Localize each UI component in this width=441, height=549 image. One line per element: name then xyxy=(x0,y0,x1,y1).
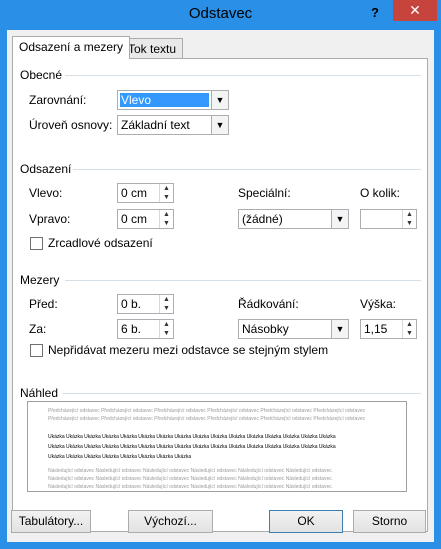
line-spacing-at-value: 1,15 xyxy=(364,322,388,336)
mirror-indents-label[interactable]: Zrcadlové odsazení xyxy=(48,236,153,250)
indent-by-input[interactable]: ▲ ▼ xyxy=(360,209,417,229)
preview-divider xyxy=(63,393,421,394)
indent-section-label: Odsazení xyxy=(20,162,72,176)
space-before-input[interactable]: 0 b. ▲ ▼ xyxy=(117,294,174,314)
chevron-down-icon[interactable]: ▼ xyxy=(331,210,348,228)
line-spacing-select[interactable]: Násobky ▼ xyxy=(238,319,349,339)
preview-previous-paragraph: Předcházející odstavec Předcházející ods… xyxy=(48,416,366,422)
alignment-select[interactable]: Vlevo ▼ xyxy=(117,90,229,110)
ok-button[interactable]: OK xyxy=(269,510,343,533)
spin-down-icon[interactable]: ▼ xyxy=(160,219,173,228)
indent-right-label: Vpravo: xyxy=(29,212,71,226)
no-space-same-style-label[interactable]: Nepřidávat mezeru mezi odstavce se stejn… xyxy=(48,343,328,357)
chevron-down-icon[interactable]: ▼ xyxy=(211,91,228,109)
space-after-input[interactable]: 6 b. ▲ ▼ xyxy=(117,319,174,339)
alignment-value: Vlevo xyxy=(120,93,209,107)
tabs-button[interactable]: Tabulátory... xyxy=(11,510,91,533)
general-divider xyxy=(65,75,421,76)
special-select[interactable]: (žádné) ▼ xyxy=(238,209,349,229)
help-button[interactable]: ? xyxy=(366,4,384,22)
spin-up-icon[interactable]: ▲ xyxy=(160,210,173,219)
preview-sample-text: Ukázka Ukázka Ukázka Ukázka Ukázka Ukázk… xyxy=(48,454,192,460)
indent-right-input[interactable]: 0 cm ▲ ▼ xyxy=(117,209,174,229)
mirror-indents-checkbox[interactable] xyxy=(30,237,43,250)
indent-left-input[interactable]: 0 cm ▲ ▼ xyxy=(117,183,174,203)
no-space-same-style-checkbox[interactable] xyxy=(30,344,43,357)
preview-sample-text: Ukázka Ukázka Ukázka Ukázka Ukázka Ukázk… xyxy=(48,444,336,450)
cancel-button[interactable]: Storno xyxy=(353,510,426,533)
outline-level-label: Úroveň osnovy: xyxy=(29,118,113,132)
title-bar[interactable]: Odstavec ? ✕ xyxy=(0,0,441,30)
preview-section-label: Náhled xyxy=(20,386,59,400)
outline-level-select[interactable]: Základní text ▼ xyxy=(117,115,229,135)
outline-level-value: Základní text xyxy=(121,118,190,132)
indent-divider xyxy=(73,169,421,170)
spin-up-icon[interactable]: ▲ xyxy=(160,184,173,193)
dialog-body: Odsazení a mezery Tok textu Obecné Zarov… xyxy=(7,30,434,542)
alignment-label: Zarovnání: xyxy=(29,93,87,107)
tab-panel: Obecné Zarovnání: Vlevo ▼ Úroveň osnovy:… xyxy=(12,58,428,532)
spacing-section-label: Mezery xyxy=(20,273,60,287)
general-section-label: Obecné xyxy=(20,68,63,82)
indent-by-label: O kolik: xyxy=(360,186,401,200)
spin-down-icon[interactable]: ▼ xyxy=(403,329,416,338)
indent-by-value xyxy=(361,210,402,228)
spin-down-icon[interactable]: ▼ xyxy=(403,219,416,228)
space-after-label: Za: xyxy=(29,322,47,336)
space-before-value: 0 b. xyxy=(121,297,142,311)
set-default-button[interactable]: Výchozí... xyxy=(128,510,213,533)
space-after-value: 6 b. xyxy=(121,322,142,336)
spin-up-icon[interactable]: ▲ xyxy=(160,320,173,329)
special-label: Speciální: xyxy=(238,186,291,200)
preview-sample-text: Ukázka Ukázka Ukázka Ukázka Ukázka Ukázk… xyxy=(48,434,336,440)
line-spacing-label: Řádkování: xyxy=(238,297,299,311)
paragraph-dialog: Odstavec ? ✕ Odsazení a mezery Tok textu… xyxy=(0,0,441,549)
indent-left-value: 0 cm xyxy=(121,186,148,200)
preview-box: Předcházející odstavec Předcházející ods… xyxy=(27,401,407,492)
chevron-down-icon[interactable]: ▼ xyxy=(331,320,348,338)
line-spacing-value: Násobky xyxy=(242,322,289,336)
tab-indents-spacing[interactable]: Odsazení a mezery xyxy=(12,36,131,59)
indent-right-value: 0 cm xyxy=(121,212,148,226)
special-value: (žádné) xyxy=(242,212,283,226)
spin-up-icon[interactable]: ▲ xyxy=(160,295,173,304)
spin-up-icon[interactable]: ▲ xyxy=(403,210,416,219)
spin-up-icon[interactable]: ▲ xyxy=(403,320,416,329)
space-before-label: Před: xyxy=(29,297,58,311)
spacing-divider xyxy=(65,280,421,281)
line-spacing-at-label: Výška: xyxy=(360,297,397,311)
spin-down-icon[interactable]: ▼ xyxy=(160,329,173,338)
preview-next-paragraph: Následující odstavec Následující odstave… xyxy=(48,484,332,490)
preview-previous-paragraph: Předcházející odstavec Předcházející ods… xyxy=(48,408,366,414)
line-spacing-at-input[interactable]: 1,15 ▲ ▼ xyxy=(360,319,417,339)
chevron-down-icon[interactable]: ▼ xyxy=(211,116,228,134)
spin-down-icon[interactable]: ▼ xyxy=(160,193,173,202)
spin-down-icon[interactable]: ▼ xyxy=(160,304,173,313)
close-button[interactable]: ✕ xyxy=(393,0,437,21)
tab-line-page-breaks[interactable]: Tok textu xyxy=(121,38,184,59)
preview-next-paragraph: Následující odstavec Následující odstave… xyxy=(48,476,332,482)
preview-next-paragraph: Následující odstavec Následující odstave… xyxy=(48,468,332,474)
indent-left-label: Vlevo: xyxy=(29,186,63,200)
